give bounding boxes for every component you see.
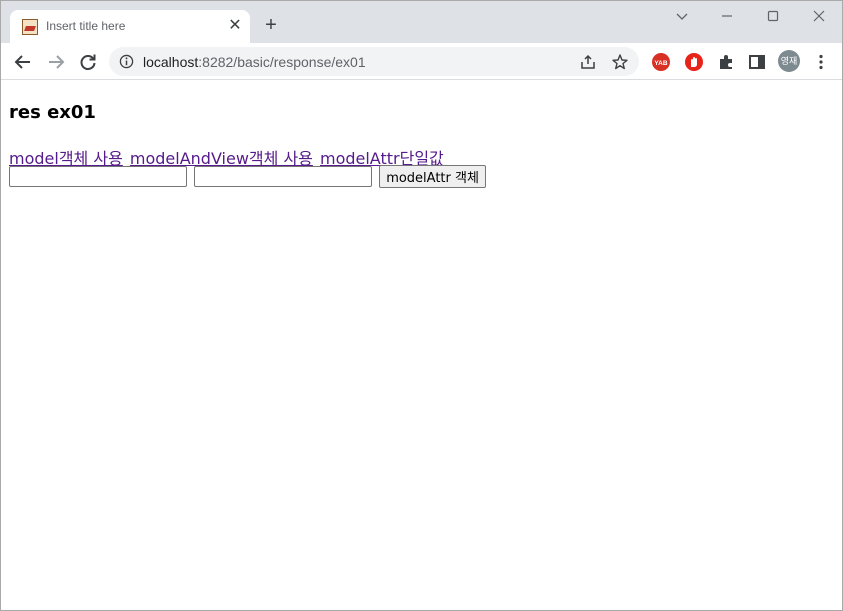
url-path: :8282/basic/response/ex01 [198,54,366,70]
new-tab-button[interactable]: + [261,15,281,35]
page-heading: res ex01 [9,102,96,123]
browser-toolbar: localhost:8282/basic/response/ex01 YAB 영… [1,43,842,80]
tab-search-icon[interactable] [672,7,692,27]
maximize-icon[interactable] [763,7,783,27]
favicon-icon [22,19,38,35]
close-window-icon[interactable] [809,7,829,27]
yab-extension-icon[interactable]: YAB [651,52,671,72]
profile-avatar[interactable]: 영재 [778,50,800,72]
tab-close-icon[interactable]: ✕ [226,17,244,35]
back-button[interactable] [12,51,34,73]
text-input-1[interactable] [9,166,187,187]
star-icon[interactable] [611,53,629,71]
model-attr-form: modelAttr 객체 [9,165,486,189]
forward-button[interactable] [45,51,67,73]
puzzle-extensions-icon[interactable] [716,52,736,72]
reload-icon [80,54,96,70]
share-icon[interactable] [579,53,597,71]
model-attr-submit-button[interactable]: modelAttr 객체 [379,165,486,188]
reload-button[interactable] [77,51,99,73]
browser-window: Insert title here ✕ + localhost:8282/bas… [0,0,843,611]
tab-strip: Insert title here ✕ + [1,1,842,44]
adblock-extension-icon[interactable] [684,52,704,72]
arrow-right-icon [49,55,65,69]
tab-title: Insert title here [46,19,126,33]
tab-active[interactable]: Insert title here ✕ [10,10,250,44]
url-text: localhost:8282/basic/response/ex01 [143,54,366,70]
address-bar[interactable]: localhost:8282/basic/response/ex01 [109,47,639,76]
side-panel-icon[interactable] [747,52,767,72]
text-input-2[interactable] [194,166,373,187]
info-icon[interactable] [119,54,134,69]
url-host: localhost [143,54,199,70]
kebab-menu-icon[interactable] [812,53,830,71]
minimize-icon[interactable] [717,7,737,27]
page-content: res ex01 model객체 사용 modelAndView객체 사용 mo… [1,81,842,610]
arrow-left-icon [14,55,30,69]
svg-text:YAB: YAB [654,60,667,67]
